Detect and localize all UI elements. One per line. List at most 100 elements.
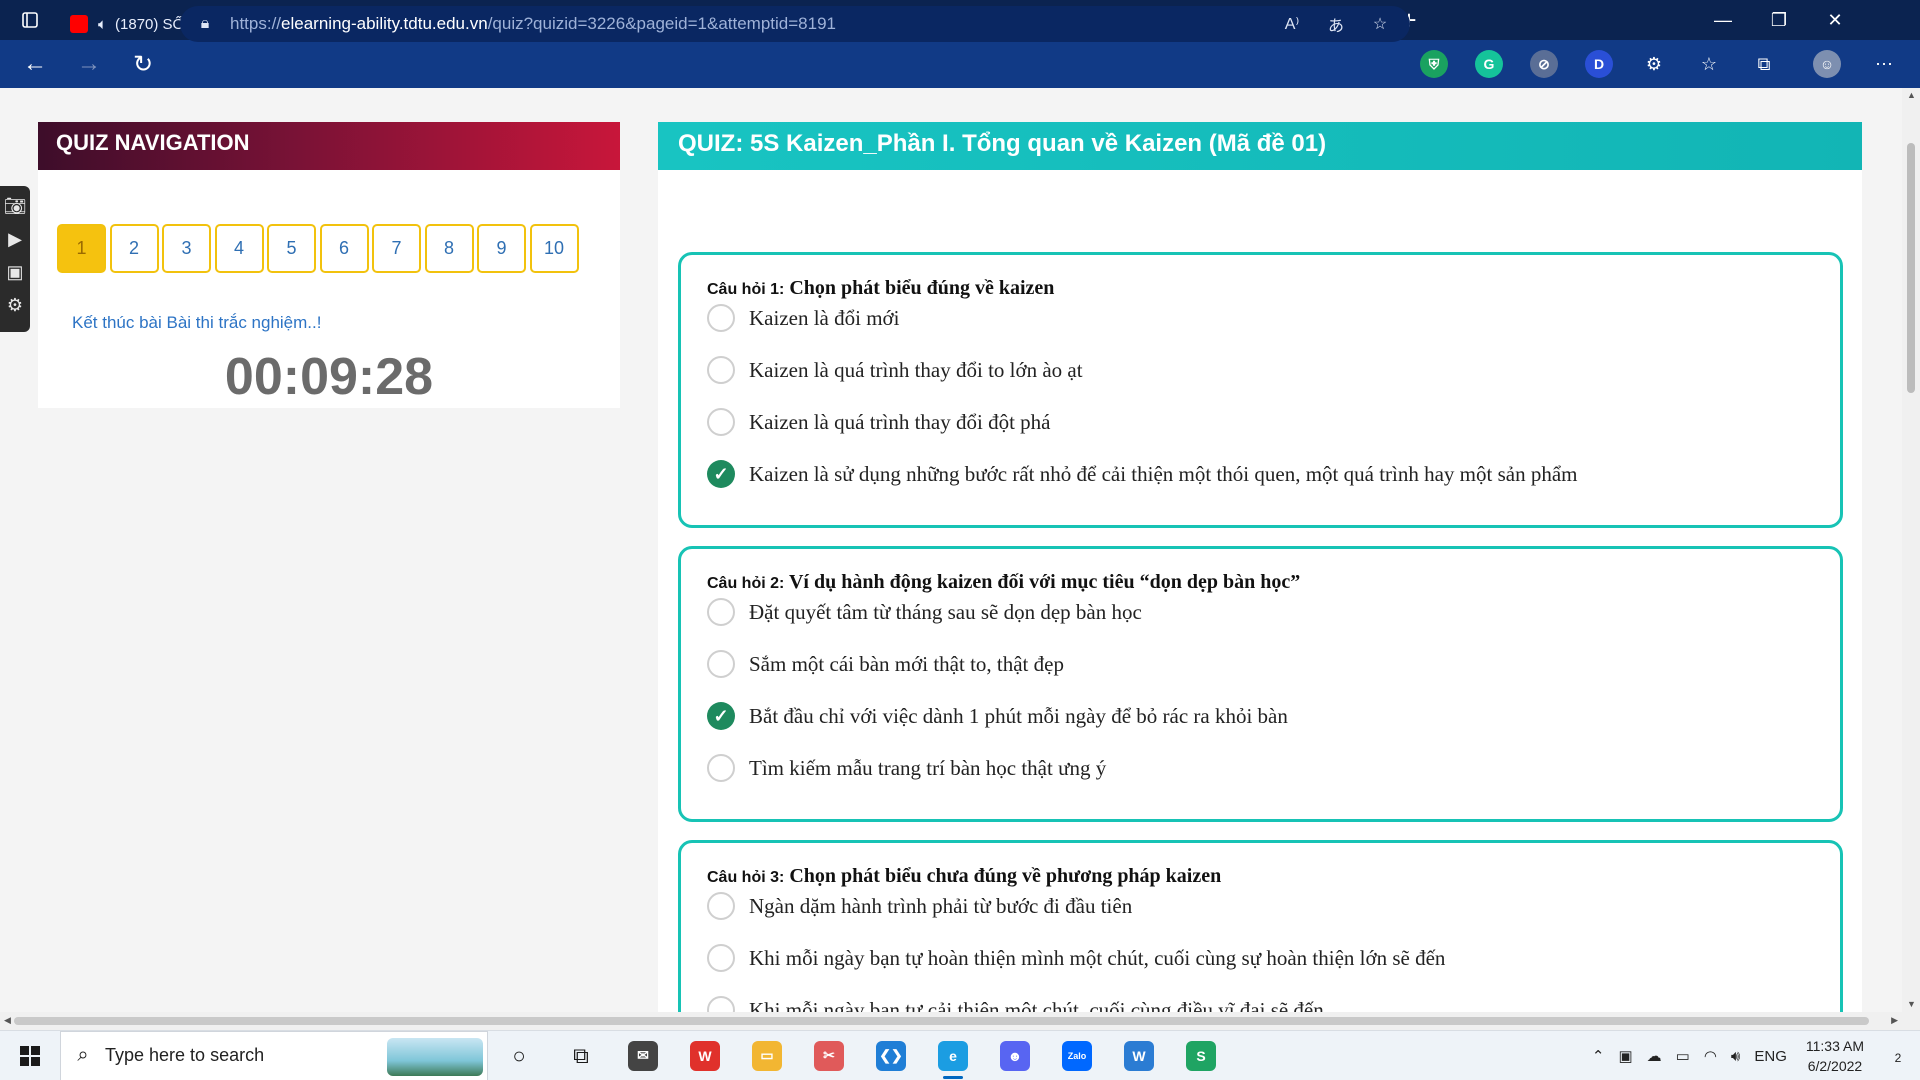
taskbar-search-box[interactable]: ⌕ Type here to search (60, 1030, 488, 1080)
answer-option-label: Khi mỗi ngày bạn tự cải thiện một chút, … (749, 997, 1324, 1013)
radio-button[interactable] (707, 598, 735, 626)
notification-center-icon[interactable]: 2 (1876, 1046, 1920, 1067)
answer-option[interactable]: Đặt quyết tâm từ tháng sau sẽ dọn dẹp bà… (707, 597, 1142, 627)
more-menu-icon[interactable]: ⋯ (1870, 50, 1898, 78)
battery-icon[interactable]: ▭ (1669, 1047, 1697, 1065)
answer-option-label: Đặt quyết tâm từ tháng sau sẽ dọn dẹp bà… (749, 599, 1142, 624)
question-nav-button-7[interactable]: 7 (372, 224, 421, 273)
snipping-tool-taskbar-button[interactable]: ✂ (798, 1031, 860, 1080)
shield-extension-icon[interactable]: ⛨ (1420, 50, 1448, 78)
vertical-scrollbar[interactable]: ▲ ▼ (1902, 88, 1920, 1012)
gallery-icon[interactable]: ▣ (6, 256, 23, 289)
scroll-down-icon[interactable]: ▼ (1907, 999, 1916, 1009)
radio-button[interactable] (707, 996, 735, 1012)
compass-extension-icon[interactable]: ⊘ (1530, 50, 1558, 78)
mail-taskbar-button[interactable]: ✉ (612, 1031, 674, 1080)
address-bar[interactable]: 🔒︎ https://elearning-ability.tdtu.edu.vn… (180, 6, 1410, 42)
question-nav-button-8[interactable]: 8 (424, 224, 474, 273)
answer-option[interactable]: Ngàn dặm hành trình phải từ bước đi đầu … (707, 891, 1132, 921)
answer-option[interactable]: ✓ Bắt đầu chỉ với việc dành 1 phút mỗi ng… (707, 701, 1288, 731)
meet-now-icon[interactable]: ▣ (1611, 1047, 1639, 1065)
answer-option[interactable]: Khi mỗi ngày bạn tự cải thiện một chút, … (707, 995, 1324, 1012)
question-nav-button-5[interactable]: 5 (267, 224, 316, 273)
refresh-icon[interactable]: ↻ (116, 40, 170, 88)
onedrive-icon[interactable]: ☁ (1640, 1047, 1669, 1065)
checked-radio-icon[interactable]: ✓ (707, 702, 735, 730)
answer-option[interactable]: ✓ Kaizen là sử dụng những bước rất nhỏ để… (707, 459, 1578, 489)
word-taskbar-button[interactable]: W (1108, 1031, 1170, 1080)
snipping-tool-icon: ✂ (814, 1040, 844, 1071)
forward-icon[interactable]: → (62, 40, 116, 88)
radio-button[interactable] (707, 892, 735, 920)
radio-button[interactable] (707, 408, 735, 436)
vertical-scroll-thumb[interactable] (1907, 143, 1915, 393)
discord-taskbar-button[interactable]: ☻ (984, 1031, 1046, 1080)
wifi-icon[interactable]: ◠ (1697, 1047, 1724, 1065)
cortana-taskbar-button[interactable]: ○ (488, 1031, 550, 1080)
horizontal-scrollbar[interactable]: ◀ ▶ (0, 1012, 1902, 1030)
radio-button[interactable] (707, 754, 735, 782)
language-indicator[interactable]: ENG (1747, 1048, 1794, 1065)
window-minimize-button[interactable]: — (1695, 0, 1751, 40)
collections-icon[interactable]: ⧉ (1750, 50, 1778, 78)
radio-button[interactable] (707, 650, 735, 678)
url-path: /quiz?quizid=3226&pageid=1&attemptid=819… (487, 14, 836, 33)
radio-button[interactable] (707, 304, 735, 332)
question-nav-button-2[interactable]: 2 (109, 224, 159, 273)
translate-icon[interactable]: あ (1314, 12, 1358, 36)
lock-icon[interactable]: 🔒︎ (180, 15, 230, 33)
question-nav-button-6[interactable]: 6 (319, 224, 369, 273)
answer-option[interactable]: Tìm kiếm mẫu trang trí bàn học thật ưng … (707, 753, 1106, 783)
window-close-button[interactable]: ✕ (1807, 0, 1863, 40)
answer-option[interactable]: Kaizen là quá trình thay đổi to lớn ào ạ… (707, 355, 1083, 385)
tab-actions-icon[interactable] (0, 0, 60, 40)
question-nav-button-1[interactable]: 1 (57, 224, 106, 273)
radio-button[interactable] (707, 356, 735, 384)
question-nav-button-10[interactable]: 10 (529, 224, 579, 273)
horizontal-scroll-thumb[interactable] (14, 1017, 1869, 1025)
back-icon[interactable]: ← (8, 40, 62, 88)
file-explorer-taskbar-button[interactable]: ▭ (736, 1031, 798, 1080)
read-aloud-icon[interactable]: A⁾ (1270, 14, 1314, 34)
speaker-icon[interactable]: 🔈︎ (98, 16, 107, 33)
radio-button[interactable] (707, 944, 735, 972)
volume-icon[interactable]: 🔊︎ (1724, 1048, 1747, 1065)
finish-attempt-link[interactable]: Kết thúc bài Bài thi trắc nghiệm..! (72, 313, 321, 333)
checked-radio-icon[interactable]: ✓ (707, 460, 735, 488)
video-icon[interactable]: ▶ (8, 223, 22, 256)
edge-taskbar-button[interactable]: e (922, 1031, 984, 1080)
camera-icon[interactable]: 📷︎ (4, 190, 27, 223)
url-text[interactable]: https://elearning-ability.tdtu.edu.vn/qu… (230, 14, 836, 34)
extensions-icon[interactable]: ⚙ (1640, 50, 1668, 78)
question-nav-button-9[interactable]: 9 (477, 224, 526, 273)
favorites-icon[interactable]: ☆ (1695, 50, 1723, 78)
question-nav-button-4[interactable]: 4 (214, 224, 264, 273)
chevron-up-icon[interactable]: ⌃ (1585, 1047, 1612, 1065)
answer-option[interactable]: Kaizen là đổi mới (707, 303, 899, 333)
question-nav-button-3[interactable]: 3 (162, 224, 211, 273)
search-highlight-image (387, 1037, 483, 1076)
discord-icon: ☻ (1000, 1040, 1030, 1071)
clock[interactable]: 11:33 AM 6/2/2022 (1794, 1036, 1876, 1076)
task-view-taskbar-button[interactable]: ⧉ (550, 1031, 612, 1080)
vscode-taskbar-button[interactable]: ❮❯ (860, 1031, 922, 1080)
profile-avatar[interactable]: ☺ (1813, 50, 1841, 78)
dashlane-icon[interactable]: D (1585, 50, 1613, 78)
answer-option[interactable]: Sắm một cái bàn mới thật to, thật đẹp (707, 649, 1064, 679)
zalo-taskbar-button[interactable]: Zalo (1046, 1031, 1108, 1080)
answer-option[interactable]: Kaizen là quá trình thay đổi đột phá (707, 407, 1051, 437)
scroll-up-icon[interactable]: ▲ (1907, 90, 1916, 100)
settings-icon[interactable]: ⚙ (7, 289, 23, 322)
answer-option-label: Sắm một cái bàn mới thật to, thật đẹp (749, 651, 1064, 676)
favorite-add-icon[interactable]: ☆ (1358, 14, 1402, 34)
start-button[interactable] (0, 1031, 60, 1080)
wps-office-taskbar-button[interactable]: W (674, 1031, 736, 1080)
window-maximize-button[interactable]: ❐ (1751, 0, 1807, 40)
quiz-body: Câu hỏi 1: Chọn phát biểu đúng về kaizen… (658, 170, 1862, 1012)
scroll-right-icon[interactable]: ▶ (1891, 1015, 1898, 1026)
answer-option[interactable]: Khi mỗi ngày bạn tự hoàn thiện mình một … (707, 943, 1445, 973)
scroll-left-icon[interactable]: ◀ (4, 1015, 11, 1026)
grammarly-icon[interactable]: G (1475, 50, 1503, 78)
sheets-taskbar-button[interactable]: S (1170, 1031, 1232, 1080)
sheets-icon: S (1186, 1040, 1216, 1071)
